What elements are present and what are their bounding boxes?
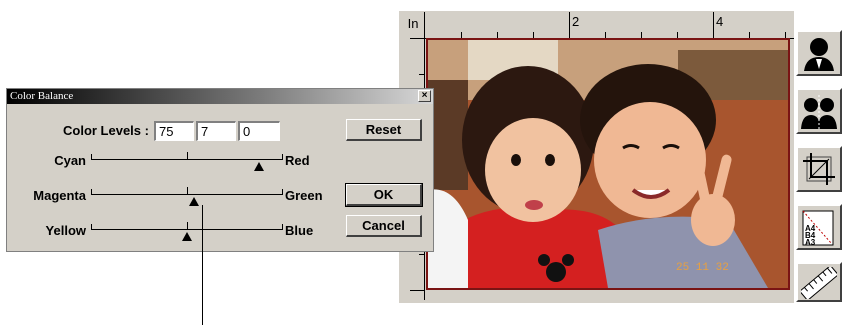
paper-size-button[interactable]: A4 B4 A3 bbox=[796, 204, 842, 250]
ruler-button[interactable] bbox=[796, 262, 842, 302]
reset-button[interactable]: Reset bbox=[346, 119, 422, 141]
cyan-red-thumb[interactable] bbox=[254, 162, 264, 171]
ruler-unit-label: In bbox=[407, 16, 419, 31]
magenta-green-slider[interactable] bbox=[91, 187, 283, 206]
cyan-red-slider[interactable] bbox=[91, 152, 283, 171]
crop-button[interactable] bbox=[796, 146, 842, 192]
dialog-title: Color Balance bbox=[10, 90, 74, 102]
paper-size-a3: A3 bbox=[805, 238, 816, 247]
level-input-magenta-green[interactable]: 7 bbox=[196, 121, 236, 141]
yellow-blue-thumb[interactable] bbox=[182, 232, 192, 241]
level-input-cyan-red[interactable]: 75 bbox=[154, 121, 194, 141]
close-icon: × bbox=[421, 90, 428, 101]
photo-date-stamp: 25 11 32 bbox=[676, 262, 729, 274]
single-portrait-icon bbox=[804, 38, 834, 71]
top-ruler: 2 4 bbox=[424, 12, 795, 39]
yellow-label: Yellow bbox=[45, 223, 86, 238]
ok-button[interactable]: OK bbox=[345, 183, 423, 207]
ruler-number-2: 2 bbox=[572, 14, 580, 29]
dual-portrait-icon bbox=[801, 95, 837, 129]
cyan-label: Cyan bbox=[54, 153, 86, 168]
green-label: Green bbox=[285, 188, 323, 203]
paper-size-icon: A4 B4 A3 bbox=[802, 210, 834, 247]
magenta-green-thumb[interactable] bbox=[188, 197, 199, 206]
preview-photo[interactable]: 25 11 32 bbox=[426, 38, 790, 290]
yellow-blue-slider[interactable] bbox=[91, 222, 283, 241]
single-portrait-button[interactable] bbox=[796, 30, 842, 76]
ok-button-label: OK bbox=[373, 187, 394, 202]
dual-portrait-button[interactable] bbox=[796, 88, 842, 134]
color-balance-dialog: Color Balance × Color Levels : 75 7 0 Cy… bbox=[6, 88, 434, 252]
color-levels-label: Color Levels : bbox=[63, 123, 149, 138]
dialog-titlebar[interactable]: Color Balance × bbox=[7, 89, 433, 104]
cancel-button[interactable]: Cancel bbox=[346, 215, 422, 237]
close-button[interactable]: × bbox=[418, 90, 431, 102]
crop-icon bbox=[803, 153, 835, 185]
level-input-yellow-blue[interactable]: 0 bbox=[238, 121, 280, 141]
red-label: Red bbox=[285, 153, 310, 168]
ruler-icon bbox=[801, 267, 837, 299]
ruler-number-4: 4 bbox=[716, 14, 724, 29]
blue-label: Blue bbox=[285, 223, 314, 238]
callout-line bbox=[202, 205, 203, 325]
magenta-label: Magenta bbox=[33, 188, 86, 203]
